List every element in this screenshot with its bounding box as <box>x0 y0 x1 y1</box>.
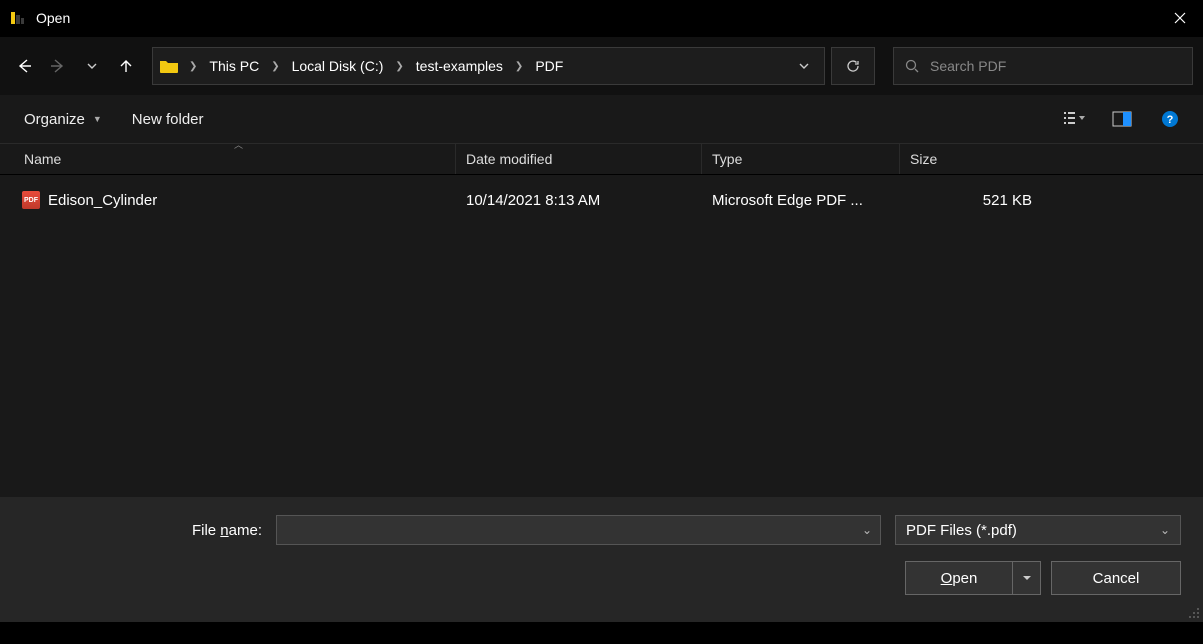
view-options-button[interactable] <box>1059 104 1089 134</box>
column-header-size[interactable]: Size <box>900 144 1052 174</box>
column-header-date[interactable]: Date modified <box>456 144 702 174</box>
file-size: 521 KB <box>983 192 1032 209</box>
new-folder-button[interactable]: New folder <box>126 103 210 135</box>
search-box[interactable] <box>893 47 1193 85</box>
file-type: Microsoft Edge PDF ... <box>712 192 863 209</box>
resize-grip[interactable] <box>1188 607 1200 619</box>
caret-down-icon: ▼ <box>93 114 102 124</box>
svg-text:?: ? <box>1167 114 1174 126</box>
file-list: PDF Edison_Cylinder 10/14/2021 8:13 AM M… <box>0 175 1203 497</box>
organize-label: Organize <box>24 111 85 128</box>
file-row[interactable]: PDF Edison_Cylinder 10/14/2021 8:13 AM M… <box>0 183 1203 217</box>
chevron-down-icon <box>798 60 810 72</box>
file-type-filter[interactable]: PDF Files (*.pdf) ⌄ <box>895 515 1181 545</box>
chevron-right-icon: ❯ <box>393 61 405 72</box>
file-name: Edison_Cylinder <box>48 192 157 209</box>
navigation-bar: ❯ This PC ❯ Local Disk (C:) ❯ test-examp… <box>0 37 1203 95</box>
cancel-button[interactable]: Cancel <box>1051 561 1181 595</box>
breadcrumb-pdf[interactable]: PDF <box>529 48 569 84</box>
pdf-file-icon: PDF <box>22 191 40 209</box>
column-header-type[interactable]: Type <box>702 144 900 174</box>
search-icon <box>904 58 920 74</box>
chevron-right-icon: ❯ <box>269 61 281 72</box>
chevron-right-icon: ❯ <box>513 61 525 72</box>
help-icon: ? <box>1161 110 1179 128</box>
arrow-left-icon <box>15 57 33 75</box>
chevron-down-icon <box>86 60 98 72</box>
folder-icon <box>159 58 179 74</box>
refresh-button[interactable] <box>831 47 875 85</box>
breadcrumb-this-pc[interactable]: This PC <box>203 48 265 84</box>
sort-indicator-icon: ︿ <box>234 138 243 151</box>
chevron-right-icon: ❯ <box>187 61 199 72</box>
toolbar: Organize ▼ New folder ? <box>0 95 1203 143</box>
organize-button[interactable]: Organize ▼ <box>18 103 108 135</box>
file-name-input[interactable]: ⌄ <box>276 515 881 545</box>
column-header-name[interactable]: ︿ Name <box>22 144 456 174</box>
recent-locations-button[interactable] <box>78 51 106 81</box>
up-button[interactable] <box>112 51 140 81</box>
preview-pane-button[interactable] <box>1107 104 1137 134</box>
file-name-label: File name: <box>22 522 262 539</box>
resize-grip-icon <box>1188 607 1200 619</box>
arrow-right-icon <box>49 57 67 75</box>
breadcrumb-test-examples[interactable]: test-examples <box>410 48 509 84</box>
open-button[interactable]: Open <box>905 561 1013 595</box>
chevron-down-icon: ⌄ <box>1160 523 1170 537</box>
forward-button[interactable] <box>44 51 72 81</box>
back-button[interactable] <box>10 51 38 81</box>
arrow-up-icon <box>118 58 134 74</box>
address-dropdown-button[interactable] <box>790 48 818 84</box>
address-bar[interactable]: ❯ This PC ❯ Local Disk (C:) ❯ test-examp… <box>152 47 825 85</box>
search-input[interactable] <box>930 58 1182 74</box>
close-button[interactable] <box>1157 0 1203 37</box>
new-folder-label: New folder <box>132 111 204 128</box>
filter-label: PDF Files (*.pdf) <box>906 522 1017 539</box>
app-icon <box>8 9 26 27</box>
help-button[interactable]: ? <box>1155 104 1185 134</box>
breadcrumb-local-disk[interactable]: Local Disk (C:) <box>286 48 390 84</box>
bottom-panel: File name: ⌄ PDF Files (*.pdf) ⌄ Open Ca… <box>0 497 1203 622</box>
open-button-dropdown[interactable] <box>1013 561 1041 595</box>
file-date: 10/14/2021 8:13 AM <box>466 192 600 209</box>
column-headers: ︿ Name Date modified Type Size <box>0 143 1203 175</box>
close-icon <box>1174 12 1186 24</box>
window-title: Open <box>36 10 70 26</box>
refresh-icon <box>845 58 861 74</box>
caret-down-icon <box>1022 573 1032 583</box>
preview-pane-icon <box>1112 111 1132 127</box>
title-bar: Open <box>0 0 1203 37</box>
view-list-icon <box>1063 110 1085 128</box>
chevron-down-icon[interactable]: ⌄ <box>862 523 872 537</box>
